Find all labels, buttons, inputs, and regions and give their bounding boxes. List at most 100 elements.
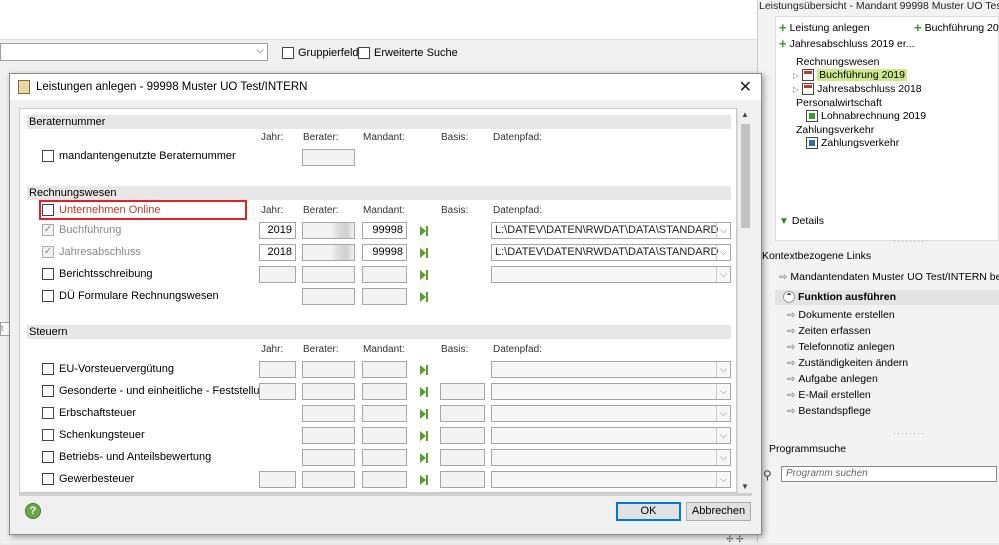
go-icon[interactable]	[419, 248, 429, 258]
chevron-down-icon[interactable]: ⌵	[256, 45, 264, 56]
add-service-action[interactable]: + Leistung anlegen	[779, 21, 870, 34]
checkbox-box[interactable]	[42, 385, 54, 397]
advanced-search-checkbox[interactable]: Erweiterte Suche	[358, 46, 458, 60]
advisor-field[interactable]	[302, 244, 355, 261]
checkbox-box[interactable]	[42, 429, 54, 441]
year-field[interactable]	[259, 266, 296, 283]
program-search-input[interactable]: Programm suchen	[781, 466, 997, 482]
ok-button[interactable]: OK	[616, 502, 681, 521]
chevron-down-icon[interactable]: ⌵	[716, 384, 730, 399]
tree-group-payments[interactable]: Zahlungsverkehr	[796, 124, 874, 136]
chevron-down-icon[interactable]: ⌵	[716, 472, 730, 487]
vertical-scrollbar[interactable]: ▲ ▼	[737, 108, 752, 493]
function-inventory[interactable]: ⇨ Bestandspflege	[787, 405, 871, 417]
checkbox-box[interactable]	[358, 47, 370, 59]
chevron-down-icon[interactable]: ⌵	[716, 428, 730, 443]
client-field[interactable]: 99998	[362, 244, 407, 261]
grouping-checkbox[interactable]: Gruppierfeld	[282, 46, 359, 60]
advisor-field[interactable]	[302, 383, 355, 400]
basis-field[interactable]	[440, 427, 485, 444]
scroll-down-icon[interactable]: ▼	[741, 482, 749, 491]
checkbox-box[interactable]	[282, 47, 294, 59]
function-change-responsibilities[interactable]: ⇨ Zuständigkeiten ändern	[787, 357, 908, 369]
advisor-field[interactable]	[302, 471, 355, 488]
row-business-valuation[interactable]: Betriebs- und Anteilsbewertung	[42, 451, 211, 463]
advisor-field[interactable]	[302, 449, 355, 466]
chevron-down-icon[interactable]: ⌵	[716, 362, 730, 377]
checkbox-box[interactable]	[42, 407, 54, 419]
row-du-forms[interactable]: DÜ Formulare Rechnungswesen	[42, 290, 219, 302]
datapath-select[interactable]: L:\DATEV\DATEN\RWDAT\DATA\STANDARD ⌵	[491, 222, 731, 239]
annual-statement-action[interactable]: + Jahresabschluss 2019 er...	[779, 37, 915, 50]
datapath-select[interactable]: L:\DATEV\DATEN\RWDAT\DATA\STANDARD ⌵	[491, 244, 731, 261]
function-phone-note[interactable]: ⇨ Telefonnotiz anlegen	[787, 341, 895, 353]
expand-triangle-icon[interactable]: ▷	[793, 85, 799, 94]
basis-field[interactable]	[440, 383, 485, 400]
client-field[interactable]	[362, 427, 407, 444]
go-icon[interactable]	[419, 226, 429, 236]
checkbox-box[interactable]	[42, 268, 54, 280]
row-separate-assessment[interactable]: Gesonderte - und einheitliche - Feststel…	[42, 385, 272, 397]
tree-item-payments[interactable]: Zahlungsverkehr	[806, 137, 899, 149]
row-annual-statement[interactable]: ✓ Jahresabschluss	[42, 246, 141, 258]
go-icon[interactable]	[419, 453, 429, 463]
cancel-button[interactable]: Abbrechen	[686, 502, 751, 521]
checkbox-box[interactable]	[42, 150, 54, 162]
year-field[interactable]	[259, 471, 296, 488]
client-field[interactable]	[362, 449, 407, 466]
function-record-times[interactable]: ⇨ Zeiten erfassen	[787, 325, 871, 337]
function-create-email[interactable]: ⇨ E-Mail erstellen	[787, 389, 871, 401]
tree-group-payroll[interactable]: Personalwirtschaft	[796, 97, 882, 109]
chevron-down-icon[interactable]: ⌵	[716, 450, 730, 465]
details-toggle[interactable]: ▼ Details	[779, 215, 824, 227]
chevron-down-icon[interactable]: ⌵	[716, 245, 730, 260]
advisor-field[interactable]	[302, 222, 355, 239]
client-field[interactable]	[362, 383, 407, 400]
year-field[interactable]	[259, 361, 296, 378]
advisor-field[interactable]	[302, 266, 355, 283]
scroll-thumb[interactable]	[741, 124, 750, 228]
go-icon[interactable]	[419, 365, 429, 375]
checkbox-box[interactable]	[42, 473, 54, 485]
go-icon[interactable]	[419, 409, 429, 419]
context-link-client-data[interactable]: ⇨ Mandantendaten Muster UO Test/INTERN be…	[779, 271, 999, 283]
scroll-up-icon[interactable]: ▲	[741, 110, 749, 119]
splitter-handle[interactable]: ········	[893, 236, 925, 246]
advisor-field[interactable]	[302, 149, 355, 166]
row-bookkeeping[interactable]: ✓ Buchführung	[42, 224, 121, 236]
expand-triangle-icon[interactable]: ▷	[793, 71, 799, 80]
go-icon[interactable]	[419, 270, 429, 280]
background-filter-combo[interactable]: ⌵	[0, 43, 268, 61]
year-field[interactable]: 2018	[259, 244, 296, 261]
chevron-down-icon[interactable]: ⌵	[716, 223, 730, 238]
row-trade-tax[interactable]: Gewerbesteuer	[42, 473, 134, 485]
chevron-down-icon[interactable]: ⌵	[716, 267, 730, 282]
go-icon[interactable]	[419, 431, 429, 441]
row-inheritance-tax[interactable]: Erbschaftsteuer	[42, 407, 136, 419]
go-icon[interactable]	[419, 475, 429, 485]
row-client-advisor-number[interactable]: mandantengenutzte Beraternummer	[42, 150, 236, 162]
go-icon[interactable]	[419, 387, 429, 397]
client-field[interactable]	[362, 471, 407, 488]
tree-item-payroll-2019[interactable]: Lohnabrechnung 2019	[806, 110, 926, 122]
advisor-field[interactable]	[302, 405, 355, 422]
client-field[interactable]	[362, 266, 407, 283]
checkbox-box[interactable]	[42, 363, 54, 375]
checkbox-checked[interactable]: ✓	[42, 246, 54, 258]
year-field[interactable]: 2019	[259, 222, 296, 239]
help-icon[interactable]: ?	[25, 503, 41, 519]
basis-field[interactable]	[440, 471, 485, 488]
splitter-handle[interactable]: ········	[893, 428, 925, 438]
datapath-select[interactable]: ⌵	[491, 361, 731, 378]
datapath-select[interactable]: ⌵	[491, 405, 731, 422]
tree-item-annual-statement-2018[interactable]: ▷ Jahresabschluss 2018	[793, 83, 922, 95]
checkbox-checked[interactable]: ✓	[42, 224, 54, 236]
basis-field[interactable]	[440, 405, 485, 422]
bookkeeping-2020-action[interactable]: +Buchführung 2020	[914, 21, 999, 34]
client-field[interactable]	[362, 288, 407, 305]
client-field[interactable]	[362, 361, 407, 378]
year-field[interactable]	[259, 383, 296, 400]
datapath-select[interactable]: ⌵	[491, 383, 731, 400]
datapath-select[interactable]: ⌵	[491, 266, 731, 283]
chevron-down-icon[interactable]: ⌵	[716, 406, 730, 421]
